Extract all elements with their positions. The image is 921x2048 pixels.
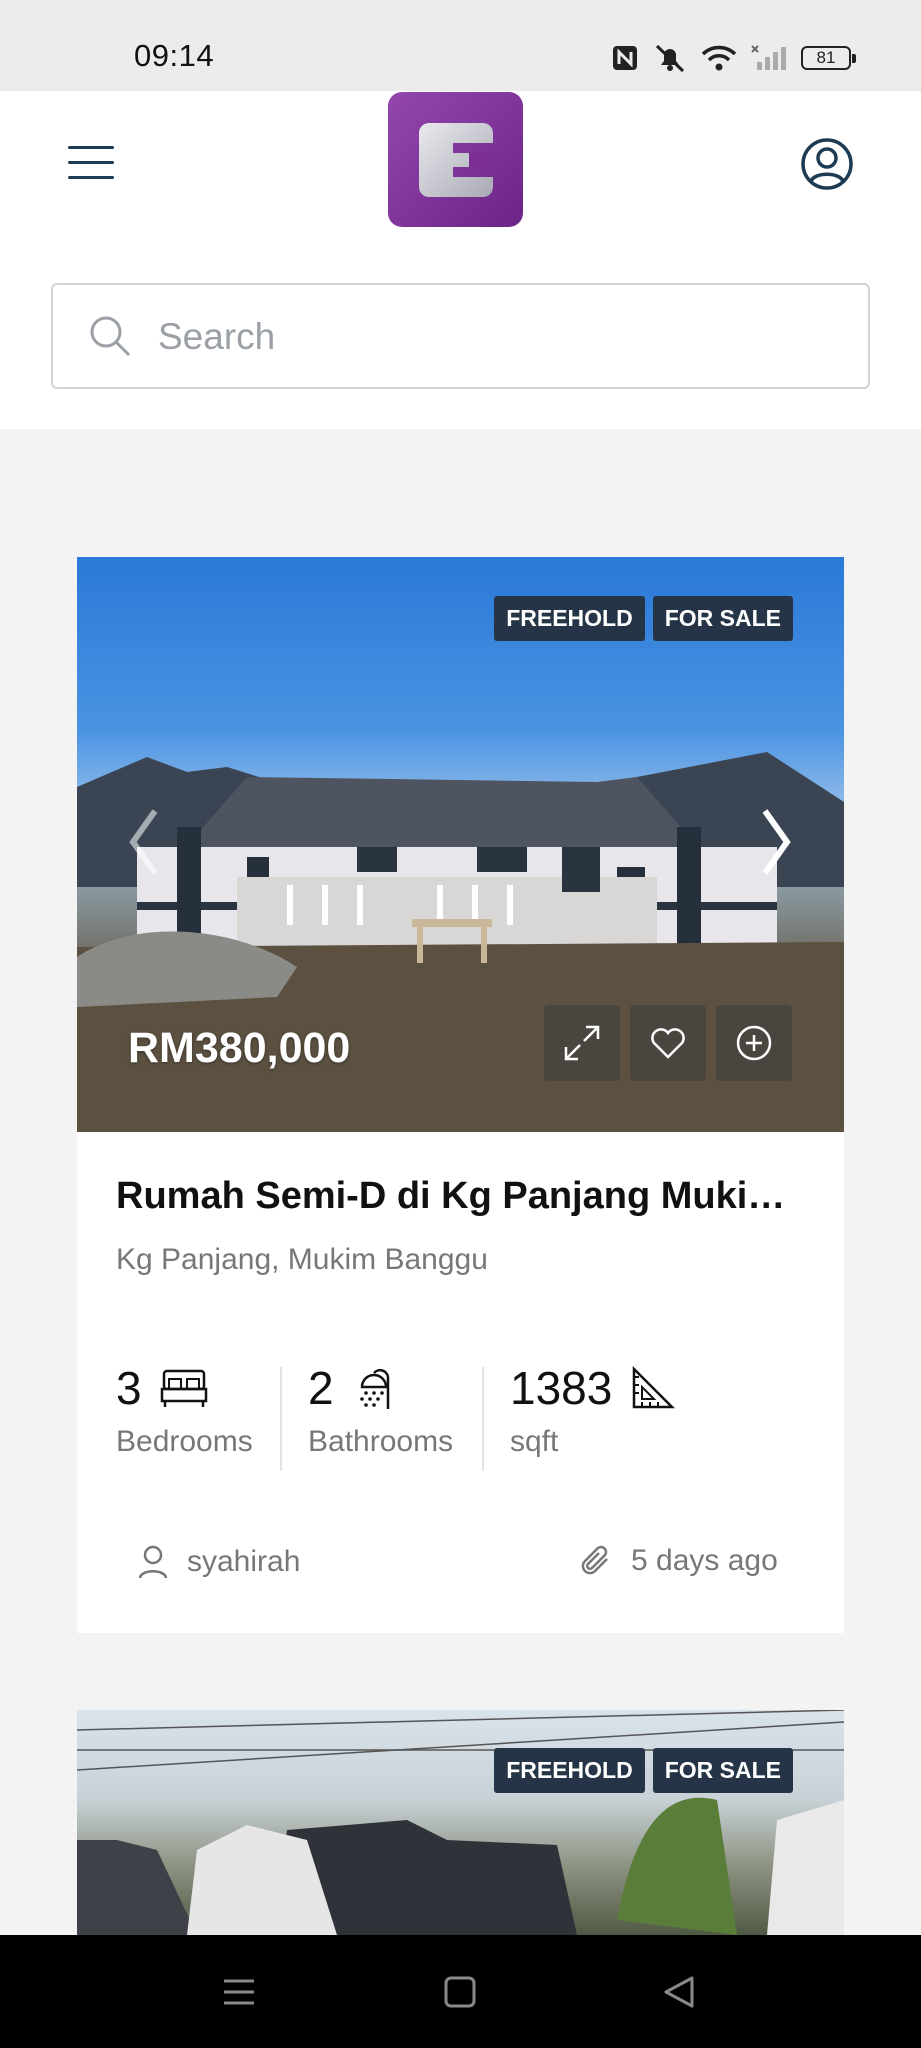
search-box[interactable] bbox=[51, 283, 870, 389]
app-logo[interactable] bbox=[388, 92, 523, 227]
bedrooms-count: 3 bbox=[116, 1362, 142, 1414]
user-account-icon[interactable] bbox=[800, 137, 854, 191]
search-input[interactable] bbox=[156, 285, 840, 389]
chevron-right-icon[interactable] bbox=[759, 807, 793, 877]
app-header bbox=[0, 91, 921, 429]
mute-bell-icon bbox=[655, 44, 685, 73]
set-square-icon bbox=[633, 1365, 676, 1409]
tenure-badge: FREEHOLD bbox=[494, 1748, 645, 1793]
bedrooms-feature: 3 Bedrooms bbox=[116, 1361, 253, 1459]
listing-badges: FREEHOLD FOR SALE bbox=[494, 1748, 793, 1793]
status-bar: 09:14 81 bbox=[0, 0, 921, 91]
feature-divider bbox=[280, 1367, 282, 1471]
listing-price: RM380,000 bbox=[128, 1024, 351, 1072]
expand-icon bbox=[564, 1025, 600, 1061]
listing-agent[interactable]: syahirah bbox=[137, 1544, 300, 1580]
recent-apps-icon[interactable] bbox=[220, 1973, 258, 2011]
listing-location: Kg Panjang, Mukim Banggu bbox=[116, 1243, 488, 1276]
battery-level: 81 bbox=[816, 48, 836, 67]
area-label: sqft bbox=[510, 1425, 559, 1458]
nfc-icon bbox=[613, 46, 637, 70]
listing-badges: FREEHOLD FOR SALE bbox=[494, 596, 793, 641]
listing-posted: 5 days ago bbox=[579, 1544, 778, 1578]
status-icons: 81 bbox=[611, 40, 856, 76]
bathrooms-label: Bathrooms bbox=[308, 1425, 454, 1458]
home-icon[interactable] bbox=[441, 1973, 479, 2011]
bed-icon bbox=[160, 1369, 207, 1407]
listing-card[interactable]: FREEHOLD FOR SALE RM380,000 Rumah Semi-D… bbox=[77, 557, 844, 1633]
agent-name[interactable]: syahirah bbox=[187, 1545, 300, 1579]
chevron-left-icon[interactable] bbox=[127, 807, 161, 877]
bathrooms-feature: 2 Bathrooms bbox=[308, 1361, 453, 1459]
battery-indicator: 81 bbox=[801, 46, 856, 70]
heart-icon bbox=[651, 1028, 685, 1059]
hamburger-menu-icon[interactable] bbox=[68, 146, 114, 182]
search-icon bbox=[90, 316, 131, 357]
sale-type-badge: FOR SALE bbox=[652, 596, 793, 641]
tenure-badge: FREEHOLD bbox=[494, 596, 645, 641]
posted-time: 5 days ago bbox=[631, 1544, 778, 1577]
feature-divider bbox=[482, 1367, 484, 1471]
status-time: 09:14 bbox=[134, 38, 215, 73]
back-icon[interactable] bbox=[660, 1973, 698, 2011]
logo-mark-icon bbox=[418, 122, 493, 197]
plus-circle-icon bbox=[736, 1025, 772, 1061]
bedrooms-label: Bedrooms bbox=[116, 1425, 253, 1458]
listing-card[interactable]: FREEHOLD FOR SALE bbox=[77, 1710, 844, 1935]
paperclip-icon bbox=[581, 1545, 608, 1575]
system-navigation-bar bbox=[0, 1935, 921, 2048]
shower-icon bbox=[359, 1368, 389, 1409]
area-feature: 1383 sqft bbox=[510, 1361, 676, 1459]
user-icon bbox=[138, 1545, 168, 1579]
listing-photo[interactable]: FREEHOLD FOR SALE RM380,000 bbox=[77, 557, 844, 1132]
listing-title[interactable]: Rumah Semi-D di Kg Panjang Muki… bbox=[116, 1175, 806, 1218]
area-value: 1383 bbox=[510, 1362, 613, 1414]
signal-icon bbox=[751, 45, 786, 70]
expand-button[interactable] bbox=[544, 1005, 620, 1081]
house-image bbox=[77, 1710, 844, 1935]
bathrooms-count: 2 bbox=[308, 1362, 334, 1414]
compare-button[interactable] bbox=[716, 1005, 792, 1081]
wifi-icon bbox=[701, 45, 737, 71]
sale-type-badge: FOR SALE bbox=[652, 1748, 793, 1793]
favorite-button[interactable] bbox=[630, 1005, 706, 1081]
